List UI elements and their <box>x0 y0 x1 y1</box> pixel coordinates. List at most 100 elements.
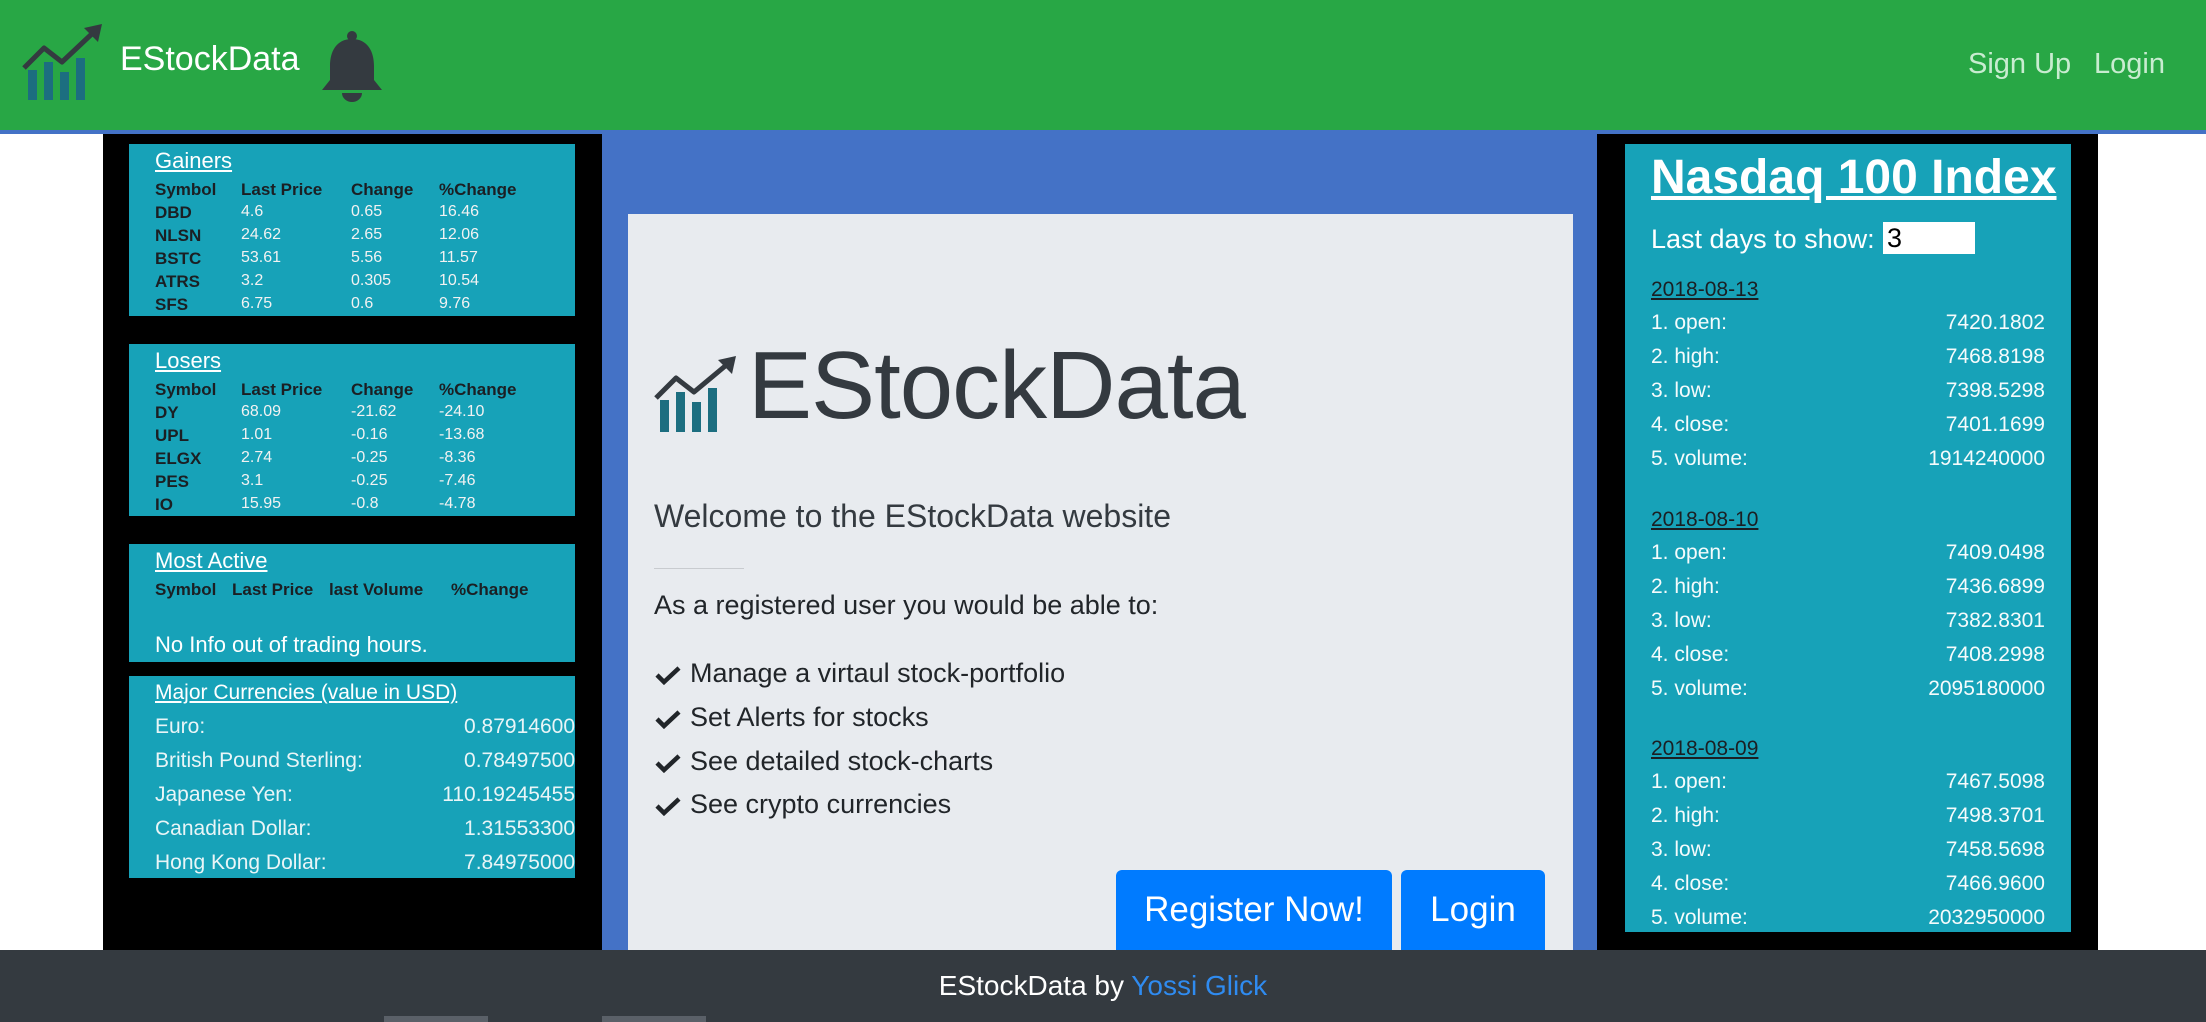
change-cell: 0.305 <box>351 272 392 289</box>
footer-prefix: EStockData by <box>938 970 1124 1001</box>
signup-link[interactable]: Sign Up <box>1968 48 2071 81</box>
stat-value: 7382.8301 <box>1945 609 2045 632</box>
header-last-price: Last Price <box>241 380 323 399</box>
last-price-cell: 1.01 <box>241 426 273 443</box>
pct-change-cell: -7.46 <box>439 472 476 489</box>
welcome-heading: Welcome to the EStockData website <box>654 498 1171 534</box>
feature-item: See detailed stock-charts <box>654 746 993 777</box>
check-icon <box>655 710 681 729</box>
stat-value: 7401.1699 <box>1945 413 2045 436</box>
symbol-cell: DBD <box>155 203 192 222</box>
day-stat-row: 1. open: 7409.0498 <box>1651 541 2045 571</box>
header-change: Change <box>351 180 414 199</box>
login-button[interactable]: Login <box>1401 870 1545 950</box>
stock-chart-logo-icon[interactable] <box>22 24 106 102</box>
currency-name: Japanese Yen: <box>155 783 293 806</box>
stat-value: 7466.9600 <box>1945 872 2045 895</box>
nasdaq-title[interactable]: Nasdaq 100 Index <box>1651 150 2057 205</box>
last-price-cell: 4.6 <box>241 203 264 220</box>
footer-strip <box>602 1016 706 1022</box>
symbol-cell: DY <box>155 403 179 422</box>
day-stat-row: 3. low: 7382.8301 <box>1651 609 2045 639</box>
currency-row: Japanese Yen: 110.19245455 <box>155 783 575 813</box>
change-cell: 0.65 <box>351 203 383 220</box>
currencies-panel: Major Currencies (value in USD) Euro: 0.… <box>129 676 575 878</box>
currencies-title[interactable]: Major Currencies (value in USD) <box>155 681 457 705</box>
last-price-cell: 68.09 <box>241 403 282 420</box>
header-symbol: Symbol <box>155 380 217 399</box>
currency-name: Canadian Dollar: <box>155 817 312 840</box>
stat-value: 7467.5098 <box>1945 770 2045 793</box>
feature-item: Set Alerts for stocks <box>654 702 929 733</box>
footer-strip <box>384 1016 488 1022</box>
stat-label: 1. open: <box>1651 311 1727 334</box>
header-pct-change: %Change <box>439 380 517 399</box>
stat-value: 7420.1802 <box>1945 311 2045 334</box>
login-link[interactable]: Login <box>2094 48 2165 81</box>
day-date[interactable]: 2018-08-10 <box>1651 508 1758 532</box>
day-date[interactable]: 2018-08-09 <box>1651 737 1758 761</box>
navbar: EStockData Sign Up Login <box>0 0 2206 130</box>
most-active-title[interactable]: Most Active <box>155 548 267 574</box>
header-pct-change: %Change <box>451 580 529 599</box>
register-button[interactable]: Register Now! <box>1116 870 1392 950</box>
check-icon <box>655 666 681 685</box>
day-stat-row: 1. open: 7420.1802 <box>1651 311 2045 341</box>
pct-change-cell: 9.76 <box>439 295 471 312</box>
header-last-price: Last Price <box>232 580 314 599</box>
feature-item: See crypto currencies <box>654 789 951 820</box>
day-stat-row: 5. volume: 2095180000 <box>1651 677 2045 707</box>
stat-label: 4. close: <box>1651 643 1730 666</box>
day-stat-row: 2. high: 7498.3701 <box>1651 804 2045 834</box>
currency-row: Canadian Dollar: 1.31553300 <box>155 817 575 847</box>
brand-name[interactable]: EStockData <box>120 40 300 79</box>
change-cell: -21.62 <box>351 403 397 420</box>
change-cell: 5.56 <box>351 249 383 266</box>
bell-icon[interactable] <box>318 30 386 102</box>
day-stat-row: 5. volume: 2032950000 <box>1651 906 2045 936</box>
symbol-cell: UPL <box>155 426 189 445</box>
stat-value: 2032950000 <box>1928 906 2045 929</box>
stat-label: 2. high: <box>1651 804 1720 827</box>
stat-value: 1914240000 <box>1928 447 2045 470</box>
losers-title[interactable]: Losers <box>155 348 221 374</box>
stat-value: 7409.0498 <box>1945 541 2045 564</box>
change-cell: -0.16 <box>351 426 388 443</box>
divider <box>654 568 744 569</box>
symbol-cell: BSTC <box>155 249 202 268</box>
stat-label: 3. low: <box>1651 609 1712 632</box>
last-price-cell: 15.95 <box>241 495 282 512</box>
no-info-message: No Info out of trading hours. <box>155 632 428 657</box>
gainers-title[interactable]: Gainers <box>155 148 232 174</box>
day-stat-row: 5. volume: 1914240000 <box>1651 447 2045 477</box>
gainers-panel: Gainers Symbol Last Price Change %Change… <box>129 144 575 316</box>
currency-value: 1.31553300 <box>464 817 575 840</box>
stat-value: 7458.5698 <box>1945 838 2045 861</box>
change-cell: 0.6 <box>351 295 374 312</box>
stat-label: 4. close: <box>1651 413 1730 436</box>
currency-row: Euro: 0.87914600 <box>155 715 575 745</box>
days-input[interactable] <box>1883 222 1975 254</box>
stat-label: 5. volume: <box>1651 677 1748 700</box>
day-stat-row: 3. low: 7398.5298 <box>1651 379 2045 409</box>
stat-label: 3. low: <box>1651 838 1712 861</box>
stat-label: 2. high: <box>1651 575 1720 598</box>
last-price-cell: 6.75 <box>241 295 273 312</box>
stat-label: 3. low: <box>1651 379 1712 402</box>
change-cell: 2.65 <box>351 226 383 243</box>
stat-label: 5. volume: <box>1651 447 1748 470</box>
day-stat-row: 2. high: 7468.8198 <box>1651 345 2045 375</box>
pct-change-cell: -8.36 <box>439 449 476 466</box>
stock-chart-logo-icon <box>654 356 736 432</box>
header-symbol: Symbol <box>155 580 217 599</box>
footer: EStockData by Yossi Glick <box>0 950 2206 1022</box>
symbol-cell: PES <box>155 472 190 491</box>
footer-credit: EStockData by Yossi Glick <box>0 970 2206 1002</box>
currency-value: 0.78497500 <box>464 749 575 772</box>
day-date[interactable]: 2018-08-13 <box>1651 278 1758 302</box>
last-price-cell: 2.74 <box>241 449 273 466</box>
author-link[interactable]: Yossi Glick <box>1131 970 1267 1001</box>
stat-label: 4. close: <box>1651 872 1730 895</box>
pct-change-cell: -13.68 <box>439 426 485 443</box>
currency-row: Hong Kong Dollar: 7.84975000 <box>155 851 575 881</box>
